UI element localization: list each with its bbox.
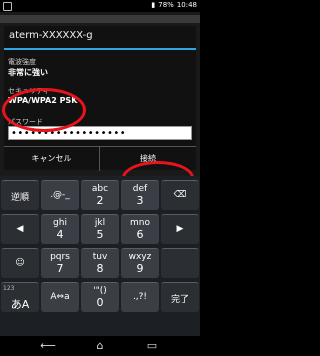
key-def[interactable]: def 3 <box>121 180 159 210</box>
home-icon[interactable]: ⌂ <box>90 339 110 353</box>
done-key[interactable]: 完了 <box>161 282 199 312</box>
key-pqrs[interactable]: pqrs 7 <box>41 248 79 278</box>
notification-icon <box>3 2 12 11</box>
signal-icon: ▮ <box>151 1 156 9</box>
security-label: セキュリティ <box>8 87 50 95</box>
navigation-bar: ⟵ ⌂ ▭ <box>0 336 200 356</box>
key-jkl[interactable]: jkl 5 <box>81 214 119 244</box>
arrow-left-icon: ◀ <box>16 224 24 234</box>
recent-apps-icon[interactable]: ▭ <box>142 339 162 353</box>
dialog-button-bar: キャンセル 接続 <box>4 146 196 171</box>
key-symbols[interactable]: .@-_ <box>41 180 79 210</box>
back-icon[interactable]: ⟵ <box>38 339 58 353</box>
status-bar: ▮ 78% 10:48 <box>0 0 200 12</box>
key-punctuation[interactable]: .,?! <box>121 282 159 312</box>
battery-level: 78% <box>158 1 174 9</box>
backspace-icon: ⌫ <box>173 190 187 200</box>
key-reverse[interactable]: 逆順 <box>1 180 39 210</box>
security-value: WPA/WPA2 PSK <box>8 96 78 105</box>
cancel-button[interactable]: キャンセル <box>4 147 100 171</box>
flick-keyboard: 逆順 .@-_ abc 2 def 3 ⌫ ◀ ghi 4 jkl 5 mno … <box>0 176 200 336</box>
background-header <box>0 15 200 23</box>
signal-strength-label: 電波強度 <box>8 58 36 66</box>
key-input-mode[interactable]: 123 あA <box>1 282 39 312</box>
key-abc[interactable]: abc 2 <box>81 180 119 210</box>
key-case-toggle[interactable]: A⇔a <box>41 282 79 312</box>
dialog-title: aterm-XXXXXX-g <box>9 30 93 41</box>
key-wxyz[interactable]: wxyz 9 <box>121 248 159 278</box>
key-cursor-right[interactable]: ▶ <box>161 214 199 244</box>
key-cursor-left[interactable]: ◀ <box>1 214 39 244</box>
wifi-connect-dialog: aterm-XXXXXX-g 電波強度 非常に強い セキュリティ WPA/WPA… <box>4 26 196 171</box>
arrow-right-icon: ▶ <box>176 224 184 234</box>
signal-strength-value: 非常に強い <box>8 68 48 77</box>
title-divider <box>4 48 196 50</box>
key-mno[interactable]: mno 6 <box>121 214 159 244</box>
connect-button[interactable]: 接続 <box>100 147 196 171</box>
key-ghi[interactable]: ghi 4 <box>41 214 79 244</box>
backspace-key[interactable]: ⌫ <box>161 180 199 210</box>
key-space[interactable] <box>161 248 199 278</box>
key-quotes[interactable]: '"() 0 <box>81 282 119 312</box>
clock: 10:48 <box>176 1 197 9</box>
emoji-icon: ☺ <box>15 258 25 268</box>
password-input[interactable]: •••••••••••••••••• <box>8 126 192 140</box>
key-emoji[interactable]: ☺ <box>1 248 39 278</box>
key-tuv[interactable]: tuv 8 <box>81 248 119 278</box>
